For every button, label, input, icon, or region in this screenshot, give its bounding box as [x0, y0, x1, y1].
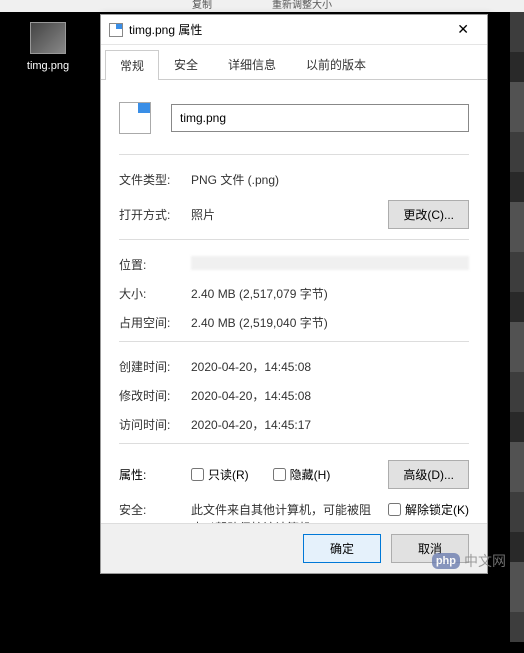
modified-label: 修改时间:	[119, 387, 191, 404]
separator	[119, 154, 469, 155]
security-label: 安全:	[119, 501, 191, 518]
properties-dialog: timg.png 属性 ✕ 常规 安全 详细信息 以前的版本 文件类型: PNG…	[100, 14, 488, 574]
advanced-button[interactable]: 高级(D)...	[388, 460, 469, 489]
hidden-checkbox-label: 隐藏(H)	[290, 466, 331, 483]
openwith-label: 打开方式:	[119, 206, 191, 223]
tab-previous-versions[interactable]: 以前的版本	[291, 49, 381, 79]
readonly-checkbox[interactable]: 只读(R)	[191, 466, 249, 483]
created-value: 2020-04-20，14:45:08	[191, 358, 469, 375]
readonly-checkbox-label: 只读(R)	[208, 466, 249, 483]
tab-strip: 常规 安全 详细信息 以前的版本	[101, 45, 487, 80]
unblock-checkbox-label: 解除锁定(K)	[405, 501, 469, 518]
accessed-label: 访问时间:	[119, 416, 191, 433]
change-button[interactable]: 更改(C)...	[388, 200, 469, 229]
desktop-file-label: timg.png	[18, 60, 78, 72]
file-large-icon	[119, 102, 151, 134]
dialog-title: timg.png 属性	[129, 21, 447, 38]
dialog-content: 文件类型: PNG 文件 (.png) 打开方式: 照片 更改(C)... 位置…	[101, 80, 487, 523]
size-label: 大小:	[119, 285, 191, 302]
separator	[119, 239, 469, 240]
modified-value: 2020-04-20，14:45:08	[191, 387, 469, 404]
location-value	[191, 256, 469, 270]
watermark: php 中文网	[432, 551, 506, 571]
openwith-value: 照片	[191, 206, 388, 223]
tab-security[interactable]: 安全	[159, 49, 213, 79]
dialog-button-bar: 确定 取消	[101, 523, 487, 573]
attributes-label: 属性:	[119, 466, 191, 483]
resize-label: 重新调整大小	[272, 0, 332, 12]
hidden-checkbox-input[interactable]	[273, 468, 286, 481]
dialog-titlebar[interactable]: timg.png 属性 ✕	[101, 15, 487, 45]
right-panel-decoration	[510, 12, 524, 642]
accessed-value: 2020-04-20，14:45:17	[191, 416, 469, 433]
readonly-checkbox-input[interactable]	[191, 468, 204, 481]
unblock-checkbox[interactable]: 解除锁定(K)	[388, 501, 469, 518]
desktop-file-icon[interactable]: timg.png	[18, 22, 78, 72]
size-value: 2.40 MB (2,517,079 字节)	[191, 285, 469, 302]
file-icon	[109, 23, 123, 37]
hidden-checkbox[interactable]: 隐藏(H)	[273, 466, 331, 483]
image-thumbnail-icon	[30, 22, 66, 54]
location-label: 位置:	[119, 256, 191, 273]
diskspace-value: 2.40 MB (2,519,040 字节)	[191, 314, 469, 331]
tab-details[interactable]: 详细信息	[213, 49, 291, 79]
parent-toolbar: 复制 重新调整大小	[0, 0, 524, 12]
copy-label: 复制	[192, 0, 212, 12]
security-note: 此文件来自其他计算机，可能被阻止以帮助保护该计算机。	[191, 501, 388, 523]
diskspace-label: 占用空间:	[119, 314, 191, 331]
desktop-background: 复制 重新调整大小 timg.png timg.png 属性 ✕ 常规 安全 详…	[0, 0, 524, 653]
php-logo-icon: php	[432, 553, 460, 569]
separator	[119, 443, 469, 444]
filetype-label: 文件类型:	[119, 171, 191, 188]
watermark-text: 中文网	[464, 551, 506, 571]
filename-input[interactable]	[171, 104, 469, 132]
created-label: 创建时间:	[119, 358, 191, 375]
separator	[119, 341, 469, 342]
filetype-value: PNG 文件 (.png)	[191, 171, 469, 188]
ok-button[interactable]: 确定	[303, 534, 381, 563]
tab-general[interactable]: 常规	[105, 50, 159, 80]
unblock-checkbox-input[interactable]	[388, 503, 401, 516]
close-button[interactable]: ✕	[447, 17, 479, 42]
